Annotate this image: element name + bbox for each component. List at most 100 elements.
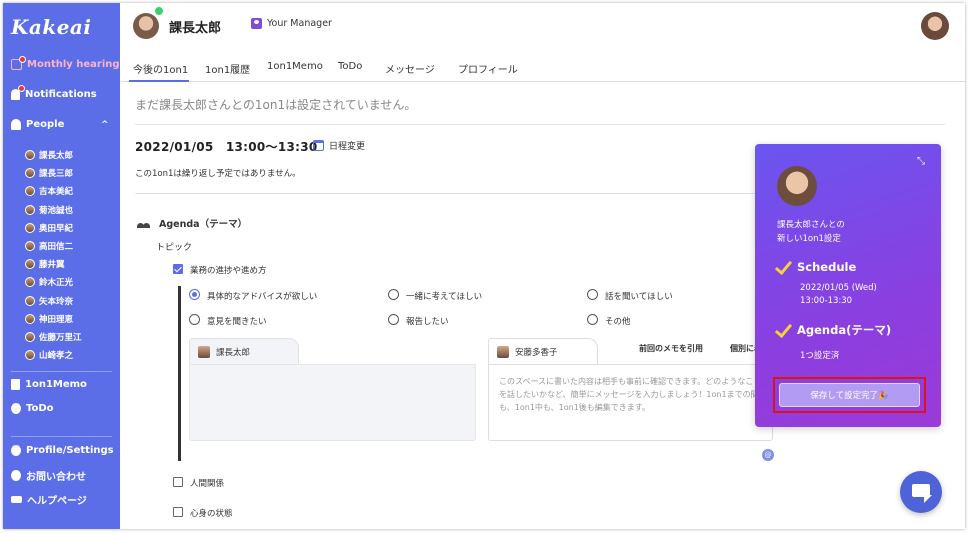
person-name: 佐藤万里江 (39, 332, 82, 343)
tab-upcoming-1on1[interactable]: 今後の1on1 (133, 61, 188, 76)
reschedule-button[interactable]: 日程変更 (313, 139, 365, 152)
sidebar-item-label: Monthly hearing (27, 59, 120, 70)
topic-label: トピック (156, 243, 193, 253)
collapse-icon[interactable]: ⤡ (917, 156, 925, 167)
sidebar-item-todo[interactable]: ToDo (11, 403, 54, 414)
memo-tab-manager[interactable]: 課長太郎 (189, 338, 299, 365)
people-list-item[interactable]: 藤井翼 (25, 255, 82, 273)
save-and-complete-button[interactable]: 保存して設定完了🎉 (779, 383, 920, 407)
avatar (25, 259, 35, 270)
person-name: 矢本玲奈 (39, 296, 74, 307)
sidebar-item-contact[interactable]: お問い合わせ (11, 468, 86, 483)
radio-advice[interactable] (189, 289, 200, 300)
people-list-item[interactable]: 課長三郎 (25, 164, 82, 182)
topic-checkbox-label: 業務の進捗や進め方 (190, 266, 267, 276)
gear-icon (11, 445, 21, 456)
sidebar-item-people[interactable]: People ^ (11, 119, 112, 130)
people-list-item[interactable]: 鈴木正光 (25, 273, 82, 291)
panel-title: 課長太郎さんとの 新しい1on1設定 (777, 218, 845, 246)
divider (135, 124, 945, 125)
avatar (25, 241, 35, 252)
schedule-date: 2022/01/05 (Wed) (800, 283, 877, 293)
person-name: 藤井翼 (39, 260, 65, 271)
sidebar-divider (11, 371, 112, 372)
people-list-item[interactable]: 山崎孝之 (25, 346, 82, 364)
people-list-item[interactable]: 矢本玲奈 (25, 292, 82, 310)
sidebar-item-label: ヘルプページ (27, 496, 87, 507)
tab-1on1-history[interactable]: 1on1履歴 (205, 61, 250, 76)
memo-tab-label: 安藤多香子 (515, 348, 558, 358)
topic-checkbox-relationships[interactable] (173, 477, 183, 487)
radio-opinion[interactable] (189, 314, 200, 325)
chat-button[interactable] (900, 471, 942, 513)
tab-profile[interactable]: プロフィール (458, 61, 518, 76)
sidebar-item-help[interactable]: ヘルプページ (11, 492, 87, 507)
person-name: 吉本美紀 (39, 187, 74, 198)
divider (135, 193, 755, 194)
avatar (497, 346, 509, 358)
radio-report[interactable] (388, 314, 399, 325)
radio-label: 報告したい (406, 317, 449, 327)
avatar (25, 313, 35, 324)
radio-label: 具体的なアドバイスが欲しい (207, 292, 318, 302)
calendar-icon (313, 140, 324, 151)
radio-label: その他 (605, 317, 631, 327)
role-tag: Your Manager (251, 18, 332, 29)
sidebar-item-monthly-hearing[interactable]: Monthly hearing (11, 59, 120, 70)
user-avatar[interactable] (921, 12, 949, 40)
sidebar-item-profile-settings[interactable]: Profile/Settings (11, 445, 114, 456)
people-list-item[interactable]: 佐藤万里江 (25, 328, 82, 346)
people-list-item[interactable]: 神田理恵 (25, 310, 82, 328)
radio-label: 意見を聞きたい (207, 317, 267, 327)
memo-icon (11, 379, 20, 390)
member-avatar[interactable] (133, 13, 159, 39)
people-list-item[interactable]: 菊池誠也 (25, 201, 82, 219)
tab-todo[interactable]: ToDo (338, 61, 362, 72)
app-window: Kakeai Monthly hearing Notifications Peo… (3, 3, 965, 529)
avatar (25, 186, 35, 197)
radio-listen[interactable] (587, 289, 598, 300)
app-logo[interactable]: Kakeai (11, 15, 91, 39)
topic-checkbox-label: 人間関係 (190, 479, 225, 489)
meeting-datetime: 2022/01/05 13:00〜13:30 (135, 140, 318, 154)
person-name: 神田理恵 (39, 314, 74, 325)
repeat-note: この1on1は繰り返し予定ではありません。 (135, 169, 301, 179)
attachment-icon[interactable]: @ (762, 449, 774, 461)
online-status-dot (153, 5, 165, 17)
badge-icon (251, 18, 262, 29)
checkmark-icon (773, 323, 791, 337)
panel-title-line: 課長太郎さんとの (777, 220, 845, 230)
people-list-item[interactable]: 奥田早紀 (25, 219, 82, 237)
avatar (25, 168, 35, 179)
people-list-item[interactable]: 吉本美紀 (25, 182, 82, 200)
avatar (25, 150, 35, 161)
people-list: 課長太郎 課長三郎 吉本美紀 菊池誠也 奥田早紀 高田信二 藤井翼 鈴木正光 矢… (25, 146, 82, 364)
radio-other[interactable] (587, 314, 598, 325)
member-memo-textarea[interactable]: このスペースに書いた内容は相手も事前に確認できます。どのようなことを話したいかな… (488, 364, 773, 441)
sidebar-item-label: People (26, 119, 65, 130)
sidebar-item-label: 1on1Memo (25, 379, 87, 390)
quote-previous-memo-button[interactable]: 前回のメモを引用 (639, 343, 703, 354)
people-list-item[interactable]: 高田信二 (25, 237, 82, 255)
topic-checkbox-progress[interactable] (173, 264, 183, 274)
schedule-heading: Schedule (773, 260, 856, 274)
member-avatar (777, 166, 817, 206)
people-list-item[interactable]: 課長太郎 (25, 146, 82, 164)
person-name: 菊池誠也 (39, 205, 74, 216)
sidebar-item-1on1memo[interactable]: 1on1Memo (11, 379, 87, 390)
memo-tab-member[interactable]: 安藤多香子 (488, 338, 598, 365)
person-name: 奥田早紀 (39, 223, 74, 234)
sidebar-item-label: Notifications (25, 89, 97, 100)
tab-messages[interactable]: メッセージ (385, 61, 435, 76)
person-icon (11, 119, 21, 130)
tab-1on1memo[interactable]: 1on1Memo (267, 61, 323, 72)
sidebar-item-label: お問い合わせ (26, 472, 86, 483)
chevron-up-icon[interactable]: ^ (101, 120, 109, 130)
no-1on1-notice: まだ課長太郎さんとの1on1は設定されていません。 (135, 98, 417, 112)
person-name: 高田信二 (39, 242, 74, 253)
notification-dot (19, 56, 26, 63)
avatar (25, 277, 35, 288)
radio-think-together[interactable] (388, 289, 399, 300)
panel-title-line: 新しい1on1設定 (777, 234, 841, 244)
topic-checkbox-wellbeing[interactable] (173, 507, 183, 517)
